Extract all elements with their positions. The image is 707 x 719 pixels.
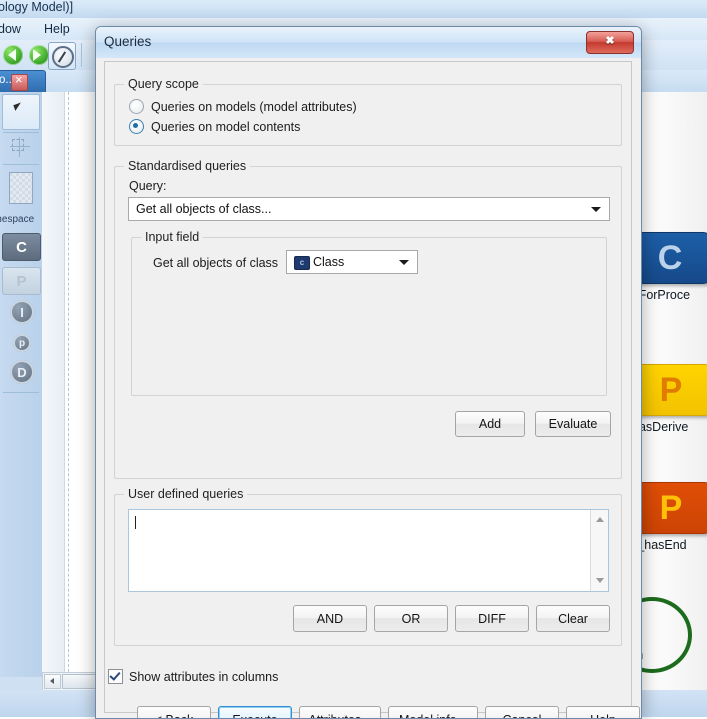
menu-window[interactable]: dow [0,21,25,37]
input-field-row-label: Get all objects of class [153,256,279,270]
input-field-group: Input field Get all objects of class c C… [131,230,607,396]
close-icon[interactable] [11,72,28,91]
radio-icon[interactable] [129,99,144,114]
textarea-scrollbar[interactable] [590,510,608,591]
standardised-queries-group: Standardised queries Query: Get all obje… [114,159,622,479]
and-button[interactable]: AND [293,605,367,632]
palette-divider-3 [3,392,39,393]
forward-arrow-glyph [33,49,41,61]
user-query-textarea[interactable] [128,509,609,592]
attributes-button[interactable]: Attributes... [299,706,381,718]
chevron-down-icon [591,207,601,212]
radio-queries-on-models[interactable]: Queries on models (model attributes) [129,99,357,114]
checkbox-icon[interactable] [108,669,123,684]
add-button[interactable]: Add [455,411,525,437]
dialog-titlebar[interactable]: Queries [96,27,641,59]
radio-icon[interactable] [129,119,144,134]
class-icon: c [294,256,310,270]
palette-datatype-tool[interactable]: D [10,360,34,384]
cancel-button[interactable]: Cancel [485,706,559,718]
radio-queries-on-models-label: Queries on models (model attributes) [151,99,357,114]
query-scope-group: Query scope Queries on models (model att… [114,77,622,146]
input-field-title: Input field [141,230,204,244]
evaluate-button[interactable]: Evaluate [535,411,611,437]
palette-namespace-label: amespace [0,214,35,225]
query-dropdown[interactable]: Get all objects of class... [128,197,610,221]
show-attributes-label: Show attributes in columns [129,669,279,684]
compass-button[interactable] [48,42,76,70]
or-button[interactable]: OR [374,605,448,632]
diff-button[interactable]: DIFF [455,605,529,632]
palette-property-tool[interactable]: P [2,267,41,295]
palette-divider-1 [3,132,39,133]
dialog-content-panel: Query scope Queries on models (model att… [104,61,640,718]
query-label: Query: [129,179,167,193]
show-attributes-checkbox-row[interactable]: Show attributes in columns [108,669,278,684]
editor-tab[interactable]: o... [0,70,46,92]
scroll-down-icon[interactable] [591,573,608,589]
execute-button[interactable]: Execute [218,706,292,718]
queries-dialog: Queries Query scope Queries on models (m… [95,26,642,719]
text-caret [135,516,136,529]
standardised-queries-title: Standardised queries [124,159,251,173]
palette-individual-tool[interactable]: I [10,300,34,324]
dialog-body: Query scope Queries on models (model att… [96,58,641,718]
scroll-left-icon[interactable] [44,674,61,689]
dialog-title: Queries [104,34,152,49]
application-titlebar: ology Model)] [0,0,707,18]
application-title: ology Model)] [0,0,74,14]
compass-icon [52,46,74,68]
user-defined-queries-group: User defined queries AND OR DIFF Clear [114,487,622,646]
canvas-left-gutter [42,92,65,717]
query-scope-title: Query scope [124,77,203,91]
tool-palette: amespace C P I p D [0,92,43,677]
cursor-icon [14,103,25,118]
menu-help[interactable]: Help [40,21,74,37]
radio-queries-on-model-contents-label: Queries on model contents [151,119,301,134]
scroll-up-icon[interactable] [591,512,608,528]
palette-class-tool[interactable]: C [2,233,41,261]
clear-button[interactable]: Clear [536,605,610,632]
close-icon[interactable] [586,31,634,54]
palette-divider-2 [3,164,39,165]
model-info-button[interactable]: Model info... [388,706,478,718]
back-button[interactable]: < Back [137,706,211,718]
user-defined-queries-title: User defined queries [124,487,248,501]
radio-queries-on-model-contents[interactable]: Queries on model contents [129,119,300,134]
class-dropdown-value: Class [313,255,345,269]
crosshair-icon[interactable] [10,137,30,157]
chevron-down-icon [399,260,409,265]
query-dropdown-value: Get all objects of class... [136,202,272,216]
palette-datatype-property-tool[interactable]: p [13,334,31,352]
crosshair-square [12,139,24,151]
toolbar-separator [81,43,82,67]
class-dropdown[interactable]: c Class [286,250,418,274]
back-arrow-glyph [8,49,16,61]
help-button[interactable]: Help [566,706,640,718]
rectangle-icon[interactable] [9,172,33,204]
compass-needle-icon [57,51,67,63]
palette-select-tool[interactable] [2,94,40,130]
